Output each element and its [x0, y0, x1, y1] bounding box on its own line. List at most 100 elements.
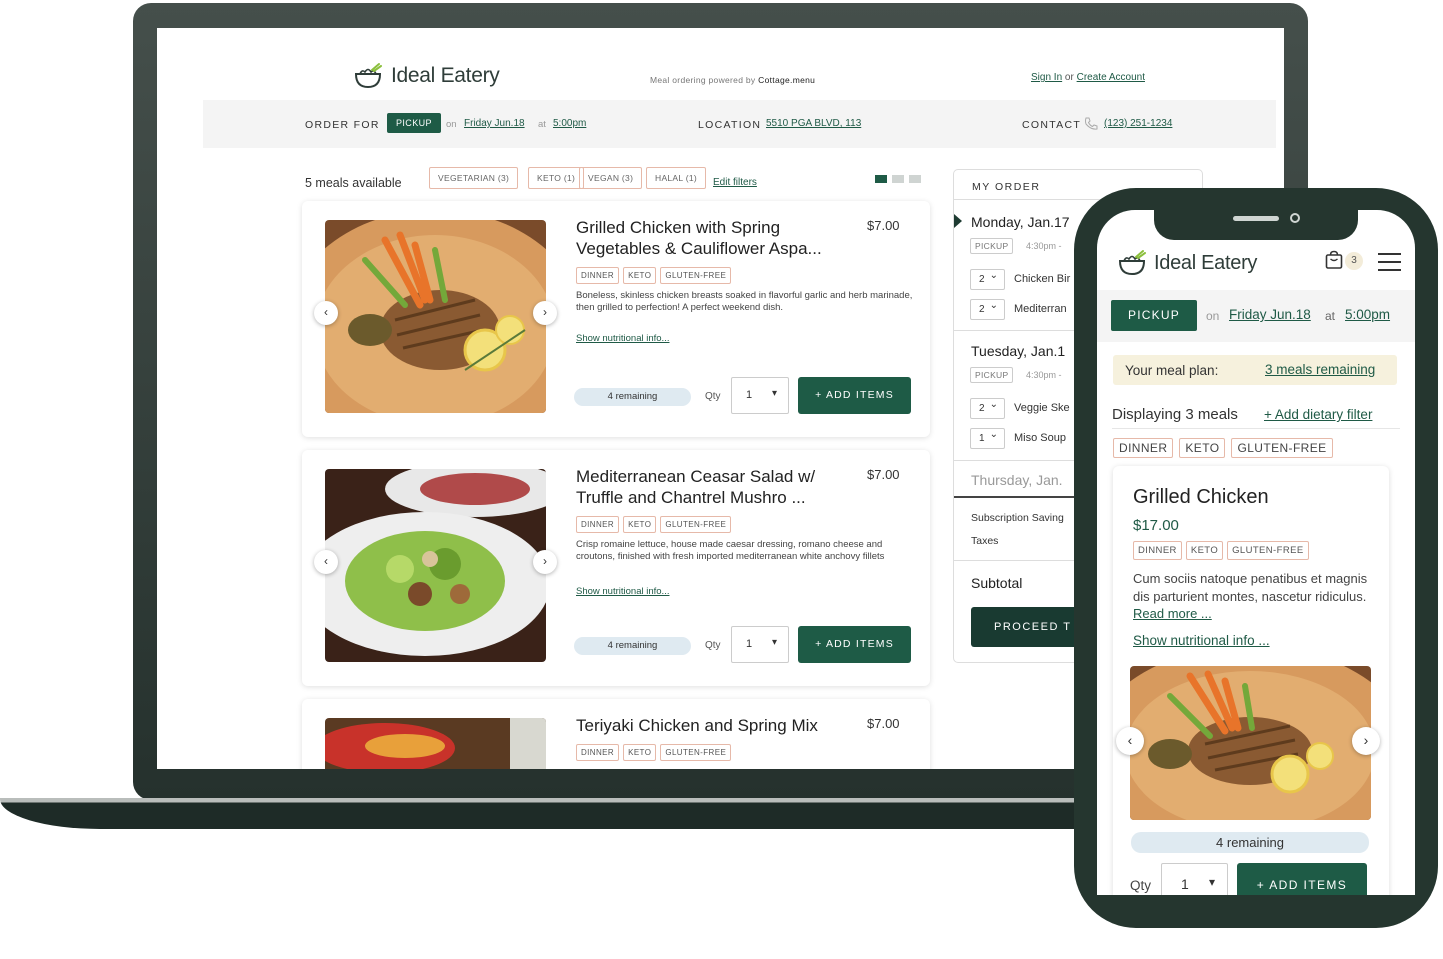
next-image-button[interactable]: › [1352, 727, 1380, 755]
meal-price: $17.00 [1133, 517, 1179, 534]
filter-tag[interactable]: GLUTEN-FREE [1231, 438, 1333, 458]
pickup-toggle[interactable]: PICKUP [1111, 300, 1197, 331]
time-link[interactable]: 5:00pm [553, 118, 586, 129]
nutrition-link[interactable]: Show nutritional info ... [1133, 633, 1270, 648]
view-toggle [875, 175, 921, 183]
meal-photo [325, 220, 546, 413]
grid-view-icon[interactable] [892, 175, 904, 183]
meal-tags: DINNER KETO GLUTEN-FREE [576, 516, 732, 533]
filter-keto[interactable]: KETO (1) [528, 167, 585, 189]
meal-plan-link[interactable]: 3 meals remaining [1265, 362, 1375, 377]
contact-label: CONTACT [1022, 119, 1082, 131]
meal-title[interactable]: Grilled Chicken [1133, 486, 1269, 509]
next-image-button[interactable]: › [533, 301, 557, 325]
qty-value: 1 [1181, 876, 1189, 892]
order-qty-select[interactable]: 2 [970, 299, 1005, 320]
list-view-icon[interactable] [875, 175, 887, 183]
filter-tag[interactable]: KETO [1179, 438, 1226, 458]
brand-name: Ideal Eatery [391, 64, 500, 87]
meal-description: Cum sociis natoque penatibus et magnis d… [1133, 570, 1373, 623]
powered-brand[interactable]: Cottage.menu [758, 75, 815, 85]
qty-select[interactable]: 1 ▾ [1161, 863, 1228, 895]
logo[interactable]: Ideal Eatery [353, 62, 500, 90]
camera [1290, 213, 1300, 223]
phone-frame: Ideal Eatery 3 PICKUP on Friday Jun.18 a… [1074, 188, 1438, 928]
meal-title[interactable]: Grilled Chicken with Spring Vegetables &… [576, 217, 846, 259]
compact-view-icon[interactable] [909, 175, 921, 183]
pickup-toggle[interactable]: PICKUP [387, 113, 441, 133]
nutrition-link[interactable]: Show nutritional info... [576, 333, 669, 344]
phone-link[interactable]: (123) 251-1234 [1104, 118, 1172, 129]
read-more-link[interactable]: Read more ... [1133, 606, 1212, 621]
taxes-label: Taxes [971, 535, 999, 547]
add-dietary-filter-link[interactable]: + Add dietary filter [1264, 407, 1372, 422]
qty-value: 1 [746, 638, 753, 650]
at-label: at [538, 119, 546, 130]
divider [1112, 428, 1400, 429]
date-link[interactable]: Friday Jun.18 [464, 118, 525, 129]
auth-links: Sign In or Create Account [1031, 72, 1145, 83]
meal-tag: GLUTEN-FREE [660, 744, 732, 761]
desktop-header: Ideal Eatery Meal ordering powered by Co… [203, 52, 1278, 100]
meal-tags: DINNER KETO GLUTEN-FREE [576, 267, 732, 284]
order-qty-select[interactable]: 2 [970, 398, 1005, 419]
date-link[interactable]: Friday Jun.18 [1229, 307, 1311, 322]
meal-description-text: Cum sociis natoque penatibus et magnis d… [1133, 571, 1368, 604]
meal-tag: DINNER [576, 267, 620, 284]
time-link[interactable]: 5:00pm [1345, 307, 1390, 322]
add-items-button[interactable]: + ADD ITEMS [798, 626, 911, 663]
meal-title[interactable]: Teriyaki Chicken and Spring Mix [576, 715, 846, 736]
remaining-badge: 4 remaining [574, 388, 691, 406]
at-label: at [1325, 309, 1336, 323]
qty-select[interactable]: 1 ▾ [731, 377, 789, 414]
chevron-down-icon: ▾ [771, 388, 777, 399]
on-label: on [446, 119, 457, 130]
add-items-button[interactable]: + ADD ITEMS [798, 377, 911, 414]
meal-card: Teriyaki Chicken and Spring Mix $7.00 DI… [302, 699, 930, 769]
bowl-logo-icon [1118, 250, 1146, 276]
prev-image-button[interactable]: ‹ [314, 301, 338, 325]
speaker [1233, 216, 1279, 221]
create-account-link[interactable]: Create Account [1077, 72, 1145, 83]
meal-plan-banner: Your meal plan: 3 meals remaining [1113, 355, 1397, 385]
shopping-bag-icon[interactable] [1325, 250, 1343, 270]
order-qty-select[interactable]: 2 [970, 269, 1005, 290]
meal-photo [1130, 666, 1371, 820]
meal-tag: KETO [623, 516, 657, 533]
order-pickup-badge: PICKUP [970, 238, 1014, 254]
meal-tag: GLUTEN-FREE [660, 267, 732, 284]
order-day: Tuesday, Jan.1 [971, 343, 1066, 359]
powered-by: Meal ordering powered by Cottage.menu [650, 75, 815, 85]
sign-in-link[interactable]: Sign In [1031, 72, 1062, 83]
meal-price: $7.00 [867, 467, 900, 482]
meal-price: $7.00 [867, 218, 900, 233]
auth-or: or [1064, 72, 1074, 83]
meal-card: ‹ › Grilled Chicken with Spring Vegetabl… [302, 201, 930, 437]
hamburger-menu-icon[interactable] [1378, 253, 1401, 277]
nutrition-link[interactable]: Show nutritional info... [576, 586, 669, 597]
qty-select[interactable]: 1 ▾ [731, 626, 789, 663]
laptop-base [0, 798, 1100, 829]
prev-image-button[interactable]: ‹ [314, 550, 338, 574]
logo[interactable]: Ideal Eatery [1117, 249, 1257, 277]
meal-description: Crisp romaine lettuce, house made caesar… [576, 539, 885, 562]
edit-filters-link[interactable]: Edit filters [713, 177, 757, 188]
filter-vegetarian[interactable]: VEGETARIAN (3) [429, 167, 519, 189]
filter-vegan[interactable]: VEGAN (3) [579, 167, 643, 189]
order-qty-select[interactable]: 1 [970, 428, 1005, 449]
subscription-savings-label: Subscription Saving [971, 512, 1064, 524]
powered-prefix: Meal ordering powered by [650, 75, 756, 85]
filter-tag[interactable]: DINNER [1113, 438, 1174, 458]
meal-card: Grilled Chicken $17.00 DINNER KETO GLUTE… [1113, 466, 1389, 895]
order-info-bar: PICKUP on Friday Jun.18 at 5:00pm [1097, 290, 1415, 342]
location-link[interactable]: 5510 PGA BLVD, 113 [766, 118, 861, 129]
meal-photo [325, 718, 546, 769]
next-image-button[interactable]: › [533, 550, 557, 574]
meal-title[interactable]: Mediterranean Ceasar Salad w/ Truffle an… [576, 466, 846, 508]
remaining-badge: 4 remaining [1131, 832, 1369, 853]
filter-halal[interactable]: HALAL (1) [646, 167, 707, 189]
add-items-button[interactable]: + ADD ITEMS [1237, 863, 1367, 895]
order-item-name: Chicken Bir [1014, 273, 1071, 285]
meals-available: 5 meals available [305, 176, 402, 190]
prev-image-button[interactable]: ‹ [1116, 727, 1144, 755]
